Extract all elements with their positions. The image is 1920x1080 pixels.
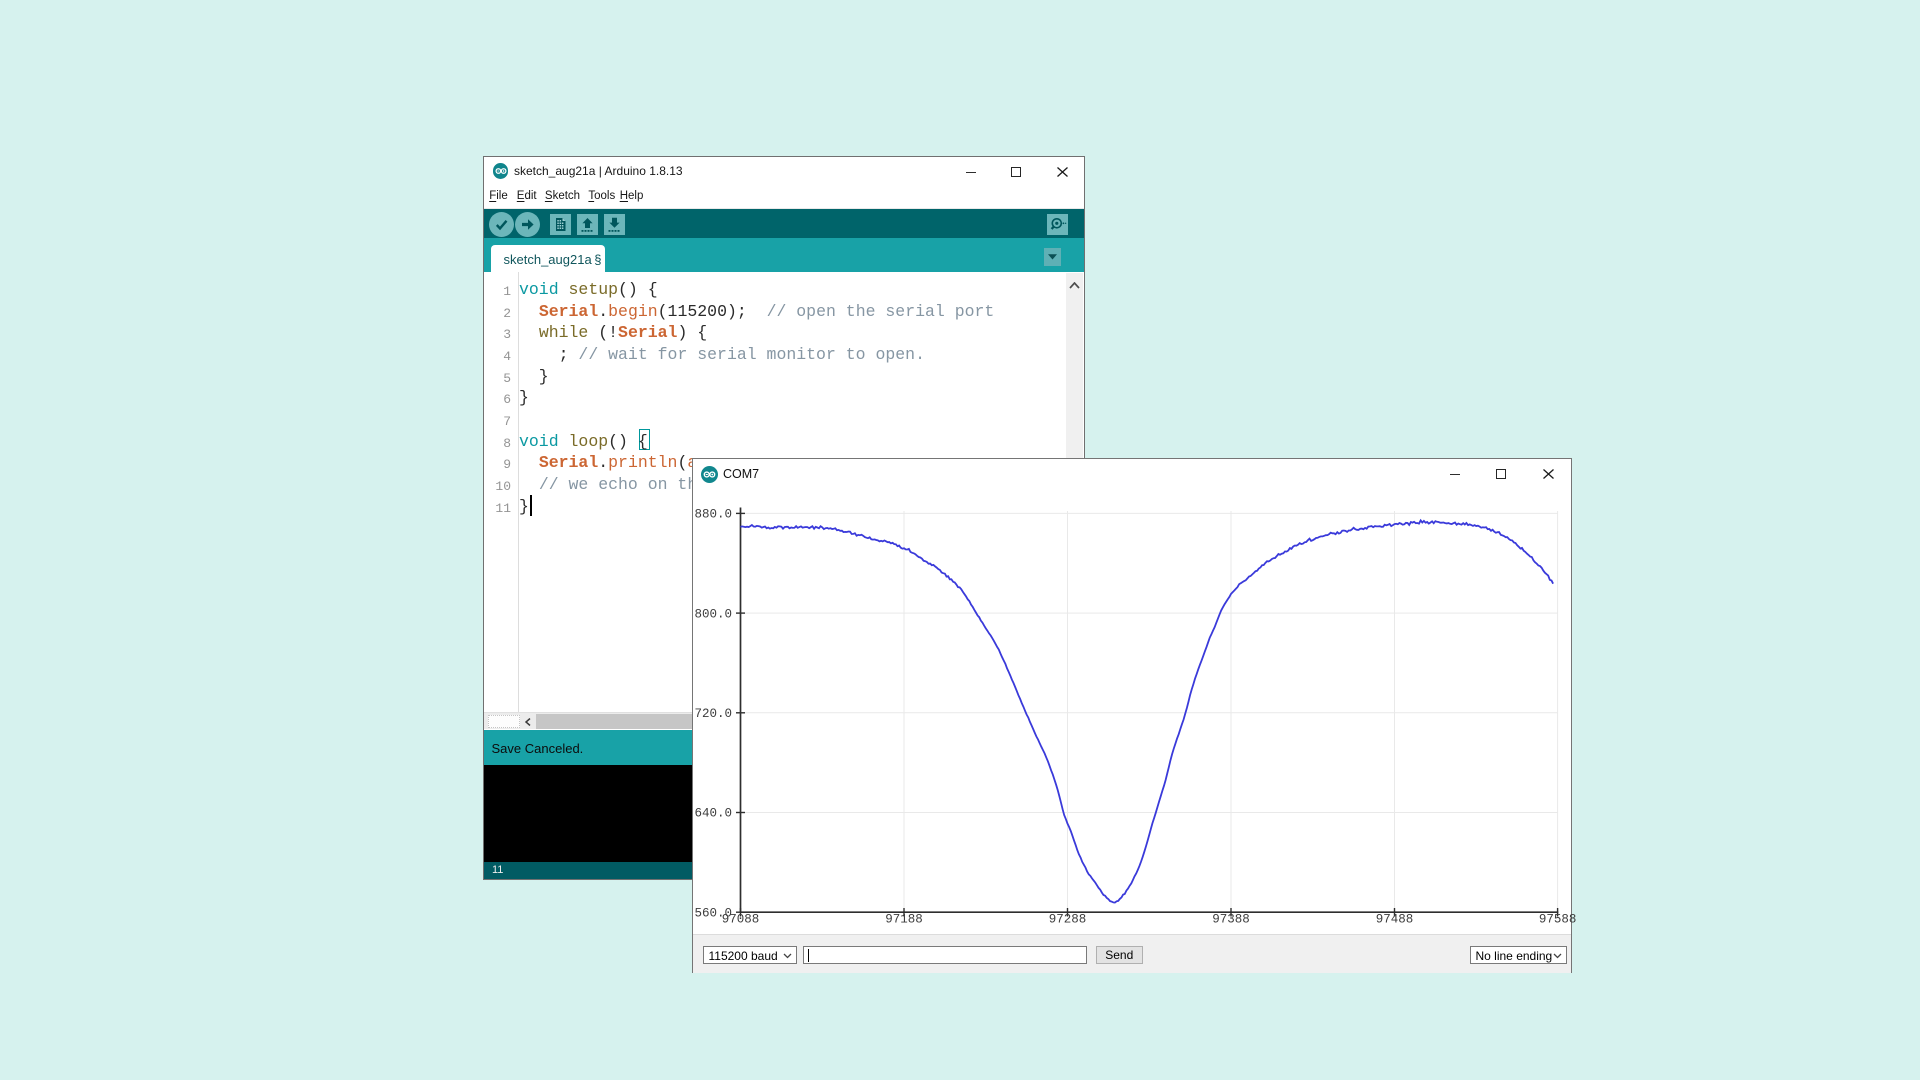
svg-text:640.0: 640.0	[694, 807, 732, 821]
svg-text:97088: 97088	[722, 912, 760, 926]
svg-text:880.0: 880.0	[694, 508, 732, 522]
svg-text:97388: 97388	[1212, 912, 1250, 926]
svg-text:97288: 97288	[1049, 912, 1087, 926]
svg-text:800.0: 800.0	[694, 607, 732, 621]
svg-text:97488: 97488	[1376, 912, 1414, 926]
svg-text:97588: 97588	[1539, 912, 1577, 926]
svg-text:720.0: 720.0	[694, 707, 732, 721]
svg-text:97188: 97188	[885, 912, 923, 926]
